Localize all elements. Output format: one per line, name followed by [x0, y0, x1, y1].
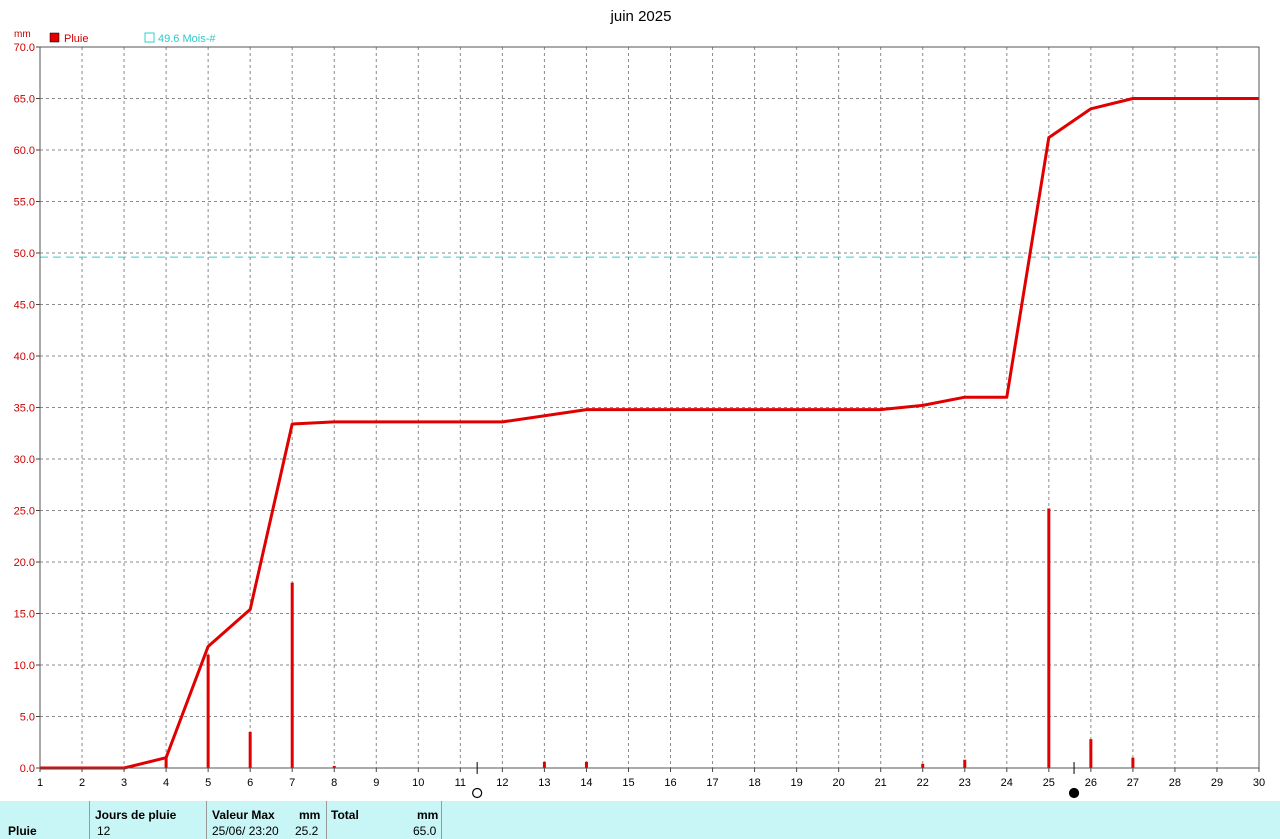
daily-rain-bar	[921, 763, 925, 768]
daily-rain-bar	[290, 582, 294, 768]
x-tick-label: 29	[1211, 777, 1223, 789]
legend-swatch-pluie	[49, 32, 60, 43]
summary-divider	[441, 801, 442, 839]
max-unit: mm	[299, 808, 321, 822]
x-tick-label: 6	[247, 777, 253, 789]
summary-row-label: Pluie	[8, 824, 37, 838]
new-moon-icon	[1068, 787, 1080, 799]
y-axis: 0.0 5.0 10.0 15.0 20.0 25.0 30.0 35.0 40.0 45.0 50…	[14, 42, 40, 775]
cumulative-rain-line	[40, 97, 1259, 770]
legend: Pluie 49.6 Mois-#	[49, 32, 216, 45]
x-tick-label: 17	[706, 777, 718, 789]
y-tick-label: 50.0	[14, 248, 35, 260]
x-tick-label: 24	[1001, 777, 1013, 789]
daily-rain-bar	[1131, 757, 1135, 768]
y-tick-label: 30.0	[14, 454, 35, 466]
summary-divider	[206, 801, 207, 839]
x-tick-label: 27	[1127, 777, 1139, 789]
max-value: 25.2	[295, 824, 319, 838]
y-tick-label: 60.0	[14, 145, 35, 157]
max-header: Valeur Max	[212, 808, 275, 822]
daily-rain-bar	[542, 761, 546, 768]
x-tick-label: 16	[664, 777, 676, 789]
x-tick-label: 8	[331, 777, 337, 789]
x-tick-label: 12	[496, 777, 508, 789]
y-axis-unit: mm	[14, 29, 31, 40]
daily-rain-bars	[164, 508, 1135, 768]
legend-label-monthly-average: 49.6 Mois-#	[158, 33, 216, 45]
rain-chart: juin 2025 mm Pluie 49.6 Mois-# 0.05.010.…	[14, 8, 1265, 799]
x-tick-label: 14	[580, 777, 592, 789]
x-tick-label: 30	[1253, 777, 1265, 789]
x-tick-label: 7	[289, 777, 295, 789]
x-tick-label: 21	[875, 777, 887, 789]
x-tick-label: 25	[1043, 777, 1055, 789]
cumulative-rain-line	[40, 97, 1259, 770]
summary-table: Pluie Jours de pluie 12 Valeur Max mm 25…	[0, 801, 1280, 839]
summary-divider	[326, 801, 327, 839]
daily-rain-bar	[1089, 739, 1093, 768]
x-tick-label: 26	[1085, 777, 1097, 789]
x-tick-label: 10	[412, 777, 424, 789]
x-tick-label: 28	[1169, 777, 1181, 789]
x-tick-label: 2	[79, 777, 85, 789]
y-tick-label: 70.0	[14, 42, 35, 54]
y-tick-label: 20.0	[14, 557, 35, 569]
daily-rain-bar	[963, 759, 967, 768]
y-tick-label: 5.0	[20, 712, 35, 724]
y-tick-label: 0.0	[20, 763, 35, 775]
x-tick-label: 1	[37, 777, 43, 789]
x-tick-label: 22	[917, 777, 929, 789]
y-tick-label: 45.0	[14, 300, 35, 312]
jours-value: 12	[97, 824, 111, 838]
x-tick-label: 15	[622, 777, 634, 789]
legend-label-pluie: Pluie	[64, 33, 88, 45]
y-tick-label: 40.0	[14, 351, 35, 363]
total-value: 65.0	[413, 824, 437, 838]
total-header: Total	[331, 808, 359, 822]
x-tick-label: 5	[205, 777, 211, 789]
jours-header: Jours de pluie	[95, 808, 177, 822]
y-tick-label: 35.0	[14, 403, 35, 415]
x-tick-label: 11	[455, 777, 466, 789]
x-tick-label: 4	[163, 777, 169, 789]
daily-rain-bar	[206, 654, 210, 768]
y-tick-label: 65.0	[14, 94, 35, 106]
summary-divider	[89, 801, 90, 839]
grid	[40, 47, 1259, 768]
x-tick-label: 20	[833, 777, 845, 789]
daily-rain-bar	[1047, 508, 1051, 768]
full-moon-icon	[472, 787, 483, 799]
x-tick-label: 23	[959, 777, 971, 789]
daily-rain-bar	[584, 761, 588, 768]
y-tick-label: 55.0	[14, 197, 35, 209]
daily-rain-bar	[248, 731, 252, 768]
x-tick-label: 19	[790, 777, 802, 789]
max-date: 25/06/ 23:20	[212, 824, 279, 838]
y-tick-label: 15.0	[14, 609, 35, 621]
x-tick-label: 9	[373, 777, 379, 789]
moon-phases	[472, 762, 1080, 799]
total-unit: mm	[417, 808, 439, 822]
y-tick-label: 10.0	[14, 660, 35, 672]
x-tick-label: 3	[121, 777, 127, 789]
x-tick-label: 18	[748, 777, 760, 789]
x-tick-label: 13	[538, 777, 550, 789]
y-tick-label: 25.0	[14, 506, 35, 518]
chart-title: juin 2025	[610, 8, 672, 25]
x-axis: 1 2 3 4 5 6 7 8 9 10 11 12 13 14 15 16 17 18 19 20 21 22 23 24 2…	[37, 768, 1265, 789]
legend-swatch-monthly-average	[144, 32, 155, 43]
